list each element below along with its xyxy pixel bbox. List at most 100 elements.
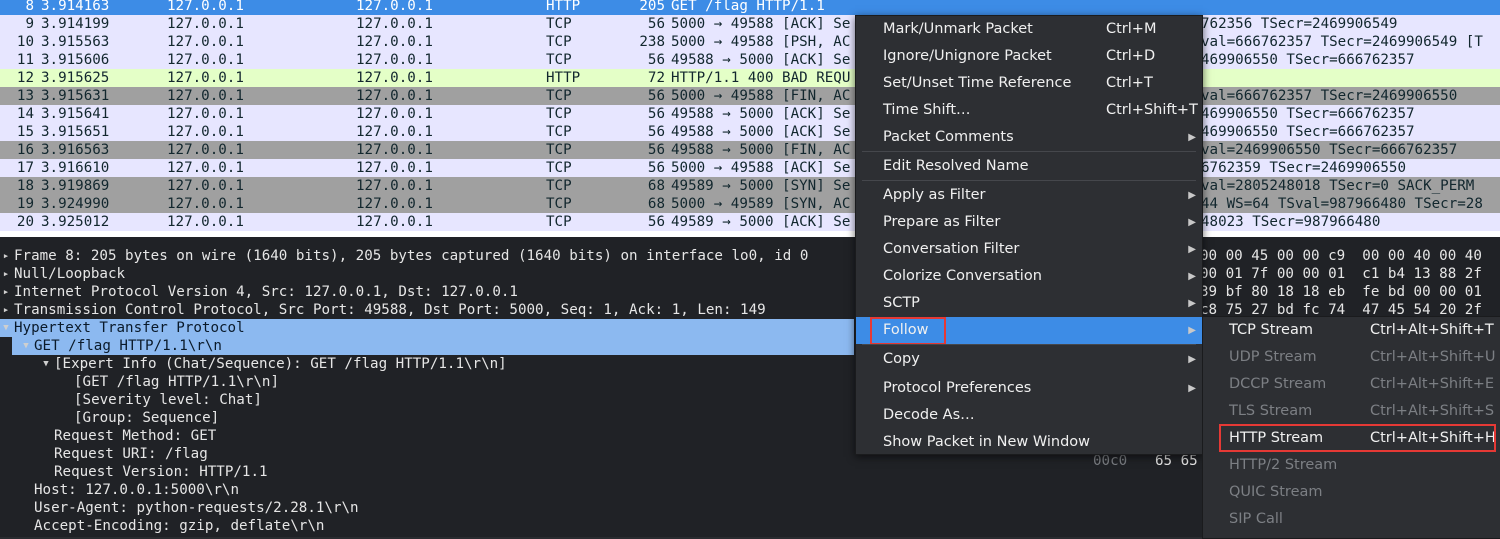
context-menu: Mark/Unmark Packet Ctrl+M Ignore/Unignore … — [855, 15, 1203, 455]
packet-info: 49589 → 5000 [SYN] Se — [671, 178, 851, 194]
menu-item-shortcut: Ctrl+T — [1106, 75, 1153, 91]
submenu-item-http-2-stream: HTTP/2 Stream — [1203, 452, 1500, 479]
packet-source: 127.0.0.1 — [167, 178, 244, 194]
menu-item-set-unset-time-reference[interactable]: Set/Unset Time Reference Ctrl+T — [856, 70, 1202, 97]
packet-length: 56 — [647, 16, 665, 32]
menu-item-colorize-conversation[interactable]: Colorize Conversation ▶ — [856, 263, 1202, 290]
highlight-box — [1219, 424, 1496, 452]
submenu-item-tcp-stream[interactable]: TCP Stream Ctrl+Alt+Shift+T — [1203, 317, 1500, 344]
submenu-item-tls-stream: TLS Stream Ctrl+Alt+Shift+S — [1203, 398, 1500, 425]
menu-item-label: Protocol Preferences — [883, 380, 1032, 396]
packet-time: 3.915631 — [41, 88, 110, 104]
packet-list[interactable]: 8 3.914163 127.0.0.1 127.0.0.1 HTTP 205 GET /f… — [0, 0, 1500, 237]
menu-item-follow[interactable]: Follow ▶ — [856, 317, 1202, 345]
packet-row[interactable]: 10 3.915563 127.0.0.1 127.0.0.1 TCP 238 5000 →… — [0, 33, 1500, 51]
submenu-item-udp-stream: UDP Stream Ctrl+Alt+Shift+U — [1203, 344, 1500, 371]
packet-source: 127.0.0.1 — [167, 160, 244, 176]
packet-info: 49588 → 5000 [FIN, AC — [671, 142, 851, 158]
detail-row[interactable]: ▼ Hypertext Transfer Protocol — [0, 319, 854, 337]
detail-text: GET /flag HTTP/1.1\r\n — [34, 338, 222, 354]
detail-row[interactable]: Accept-Encoding: gzip, deflate\r\n — [0, 517, 1080, 535]
packet-no: 10 — [16, 34, 34, 50]
menu-separator — [862, 344, 1196, 345]
packet-time: 3.915606 — [41, 52, 110, 68]
menu-item-mark-unmark-packet[interactable]: Mark/Unmark Packet Ctrl+M — [856, 16, 1202, 43]
packet-time: 3.916563 — [41, 142, 110, 158]
packet-source: 127.0.0.1 — [167, 106, 244, 122]
packet-row[interactable]: 14 3.915641 127.0.0.1 127.0.0.1 TCP 56 49588 →… — [0, 105, 1500, 123]
expand-right-icon[interactable]: ▶ — [1, 283, 11, 301]
menu-item-apply-as-filter[interactable]: Apply as Filter ▶ — [856, 182, 1202, 209]
packet-destination: 127.0.0.1 — [356, 178, 433, 194]
detail-row[interactable]: ▼ GET /flag HTTP/1.1\r\n — [12, 337, 854, 355]
detail-text: Request URI: /flag — [54, 446, 208, 462]
packet-info-tail: 762356 TSecr=2469906549 — [1201, 16, 1398, 32]
menu-item-label: Mark/Unmark Packet — [883, 21, 1033, 37]
packet-protocol: TCP — [546, 34, 572, 50]
expand-down-icon[interactable]: ▼ — [1, 319, 11, 337]
packet-time: 3.914199 — [41, 16, 110, 32]
packet-time: 3.915563 — [41, 34, 110, 50]
packet-info: 49588 → 5000 [ACK] Se — [671, 52, 851, 68]
packet-row[interactable]: 18 3.919869 127.0.0.1 127.0.0.1 TCP 68 49589 →… — [0, 177, 1500, 195]
menu-item-protocol-preferences[interactable]: Protocol Preferences ▶ — [856, 375, 1202, 402]
detail-row[interactable]: Request Version: HTTP/1.1 — [0, 463, 1080, 481]
packet-row[interactable]: 8 3.914163 127.0.0.1 127.0.0.1 HTTP 205 GET /f… — [0, 0, 1500, 15]
packet-row[interactable]: 20 3.925012 127.0.0.1 127.0.0.1 TCP 56 49589 →… — [0, 213, 1500, 231]
detail-row[interactable]: User-Agent: python-requests/2.28.1\r\n — [0, 499, 1080, 517]
packet-info: HTTP/1.1 400 BAD REQU — [671, 70, 851, 86]
packet-no: 15 — [16, 124, 34, 140]
packet-row[interactable]: 15 3.915651 127.0.0.1 127.0.0.1 TCP 56 49588 →… — [0, 123, 1500, 141]
expand-down-icon[interactable]: ▼ — [41, 355, 51, 373]
menu-item-ignore-unignore-packet[interactable]: Ignore/Unignore Packet Ctrl+D — [856, 43, 1202, 70]
submenu-item-sip-call: SIP Call — [1203, 506, 1500, 533]
packet-length: 56 — [647, 160, 665, 176]
packet-destination: 127.0.0.1 — [356, 106, 433, 122]
packet-source: 127.0.0.1 — [167, 70, 244, 86]
packet-row[interactable]: 19 3.924990 127.0.0.1 127.0.0.1 TCP 68 5000 → … — [0, 195, 1500, 213]
packet-no: 20 — [16, 214, 34, 230]
menu-item-packet-comments[interactable]: Packet Comments ▶ — [856, 124, 1202, 151]
packet-info-tail: val=666762357 TSecr=2469906550 — [1201, 88, 1458, 104]
pane-splitter[interactable] — [0, 237, 1500, 247]
menu-item-copy[interactable]: Copy ▶ — [856, 346, 1202, 373]
packet-destination: 127.0.0.1 — [356, 196, 433, 212]
packet-info: 49588 → 5000 [ACK] Se — [671, 106, 851, 122]
menu-item-show-packet-in-new-window[interactable]: Show Packet in New Window — [856, 429, 1202, 456]
menu-item-sctp[interactable]: SCTP ▶ — [856, 290, 1202, 317]
detail-text: [Group: Sequence] — [74, 410, 220, 426]
menu-item-conversation-filter[interactable]: Conversation Filter ▶ — [856, 236, 1202, 263]
menu-item-label: Set/Unset Time Reference — [883, 75, 1072, 91]
submenu-item-label: TLS Stream — [1229, 403, 1313, 419]
menu-item-time-shift[interactable]: Time Shift… Ctrl+Shift+T — [856, 97, 1202, 124]
packet-time: 3.914163 — [41, 0, 110, 14]
expand-right-icon[interactable]: ▶ — [1, 247, 11, 265]
menu-item-decode-as[interactable]: Decode As… — [856, 402, 1202, 429]
packet-row[interactable]: 17 3.916610 127.0.0.1 127.0.0.1 TCP 56 5000 → … — [0, 159, 1500, 177]
packet-row[interactable]: 13 3.915631 127.0.0.1 127.0.0.1 TCP 56 5000 → … — [0, 87, 1500, 105]
packet-destination: 127.0.0.1 — [356, 34, 433, 50]
expand-right-icon[interactable]: ▶ — [1, 265, 11, 283]
packet-protocol: TCP — [546, 160, 572, 176]
packet-time: 3.919869 — [41, 178, 110, 194]
menu-item-label: Show Packet in New Window — [883, 434, 1091, 450]
expand-down-icon[interactable]: ▼ — [21, 337, 31, 355]
detail-text: Internet Protocol Version 4, Src: 127.0.… — [14, 284, 518, 300]
detail-row[interactable]: Host: 127.0.0.1:5000\r\n — [0, 481, 1080, 499]
packet-length: 205 — [639, 0, 665, 14]
submenu-item-http-stream[interactable]: HTTP Stream Ctrl+Alt+Shift+H — [1203, 424, 1500, 452]
packet-row[interactable]: 9 3.914199 127.0.0.1 127.0.0.1 TCP 56 5000 → 4… — [0, 15, 1500, 33]
packet-source: 127.0.0.1 — [167, 142, 244, 158]
packet-time: 3.916610 — [41, 160, 110, 176]
menu-item-label: Packet Comments — [883, 129, 1014, 145]
menu-item-edit-resolved-name[interactable]: Edit Resolved Name — [856, 153, 1202, 180]
packet-row[interactable]: 12 3.915625 127.0.0.1 127.0.0.1 HTTP 72 HTTP/1… — [0, 69, 1500, 87]
packet-row[interactable]: 11 3.915606 127.0.0.1 127.0.0.1 TCP 56 49588 →… — [0, 51, 1500, 69]
packet-row[interactable]: 16 3.916563 127.0.0.1 127.0.0.1 TCP 56 49588 →… — [0, 141, 1500, 159]
menu-item-label: Copy — [883, 351, 920, 367]
packet-protocol: TCP — [546, 106, 572, 122]
menu-item-prepare-as-filter[interactable]: Prepare as Filter ▶ — [856, 209, 1202, 236]
packet-source: 127.0.0.1 — [167, 196, 244, 212]
packet-source: 127.0.0.1 — [167, 88, 244, 104]
expand-right-icon[interactable]: ▶ — [1, 301, 11, 319]
